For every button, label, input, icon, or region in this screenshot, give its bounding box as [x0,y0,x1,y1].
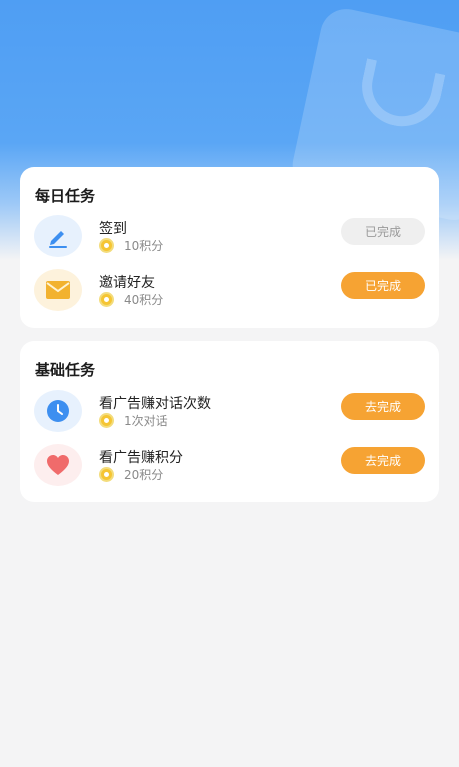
task-reward: 10积分 [124,239,164,253]
basic-tasks-title: 基础任务 [35,361,96,379]
invite-friends-button[interactable]: 已完成 [341,272,425,299]
coin-icon [99,238,114,253]
task-row-sign-in: 签到 10积分 已完成 [20,215,439,263]
task-row-ad-points: 看广告赚积分 20积分 去完成 [20,444,439,492]
task-center-screen: 每日任务 签到 10积分 已完成 邀请好友 40积分 已完成 基础任务 看广告赚… [0,0,459,767]
task-name: 签到 [99,221,127,237]
task-name: 看广告赚对话次数 [99,396,211,412]
task-reward: 40积分 [124,293,164,307]
daily-tasks-card: 每日任务 签到 10积分 已完成 邀请好友 40积分 已完成 [20,167,439,328]
ad-points-go-button[interactable]: 去完成 [341,447,425,474]
heart-icon [34,444,82,486]
task-row-ad-chat: 看广告赚对话次数 1次对话 去完成 [20,390,439,438]
basic-tasks-card: 基础任务 看广告赚对话次数 1次对话 去完成 看广告赚积分 20积分 去完成 [20,341,439,502]
clock-icon [34,390,82,432]
envelope-icon [34,269,82,311]
coin-icon [99,413,114,428]
task-name: 邀请好友 [99,275,155,291]
task-name: 看广告赚积分 [99,450,183,466]
coin-icon [99,467,114,482]
sign-in-completed-button[interactable]: 已完成 [341,218,425,245]
task-reward: 20积分 [124,468,164,482]
task-row-invite-friends: 邀请好友 40积分 已完成 [20,269,439,317]
pen-icon [34,215,82,257]
ad-chat-go-button[interactable]: 去完成 [341,393,425,420]
daily-tasks-title: 每日任务 [35,187,96,205]
task-reward: 1次对话 [124,414,168,428]
coin-icon [99,292,114,307]
